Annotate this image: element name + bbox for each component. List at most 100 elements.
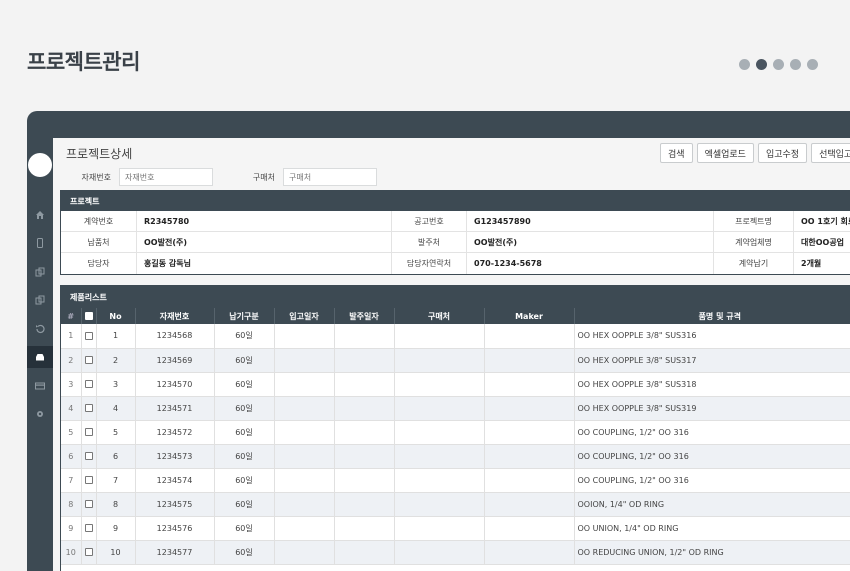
home-icon[interactable] [27, 204, 53, 226]
row-no: 10 [96, 540, 136, 565]
info-label: 공고번호 [391, 211, 466, 231]
table-row[interactable]: 9 9 1234576 60일 OO UNION, 1/4" OD RING [61, 516, 850, 541]
table-row[interactable]: 3 3 1234570 60일 OO HEX OOPPLE 3/8" SUS318 [61, 372, 850, 397]
table-row[interactable]: 8 8 1234575 60일 OOION, 1/4" OD RING [61, 492, 850, 517]
column-header-material-no[interactable]: 자재번호 [135, 308, 215, 324]
gear-icon[interactable] [27, 403, 53, 425]
row-no: 5 [96, 420, 136, 445]
carousel-dot[interactable] [773, 59, 784, 70]
info-row: 담당자 홍길동 감독님 담당자연락처 070-1234-5678 계약납기 2개… [61, 253, 850, 274]
column-header-select[interactable] [81, 308, 97, 324]
carousel-dot[interactable] [739, 59, 750, 70]
history-icon[interactable] [27, 318, 53, 340]
row-index: 1 [61, 324, 82, 349]
excel-upload-button[interactable]: 엑셀업로드 [696, 143, 754, 163]
info-row: 계약번호 R2345780 공고번호 G123457890 프로젝트명 OO 1… [61, 211, 850, 232]
row-spec: OO HEX OOPPLE 3/8" SUS317 [574, 348, 850, 373]
row-checkbox[interactable] [84, 404, 93, 412]
row-index: 4 [61, 396, 82, 421]
row-checkbox[interactable] [84, 428, 93, 436]
row-order-date [334, 540, 395, 565]
product-table: # No 자재번호 납기구분 입고일자 발주일자 구매처 Maker 품명 및 … [61, 308, 850, 565]
info-value: 홍길동 감독님 [136, 253, 391, 274]
row-index: 8 [61, 492, 82, 517]
row-spec: OO COUPLING, 1/2" OO 316 [574, 444, 850, 469]
row-maker [484, 420, 575, 445]
row-order-date [334, 420, 395, 445]
row-order-date [334, 372, 395, 397]
row-select[interactable] [81, 468, 97, 493]
row-select[interactable] [81, 540, 97, 565]
copy-alt-icon[interactable] [27, 289, 53, 311]
row-checkbox[interactable] [84, 356, 93, 364]
row-select[interactable] [81, 420, 97, 445]
row-no: 4 [96, 396, 136, 421]
row-select[interactable] [81, 372, 97, 397]
select-all-checkbox[interactable] [84, 312, 93, 320]
column-header-order-date[interactable]: 발주일자 [334, 308, 395, 324]
edit-receipt-button[interactable]: 입고수정 [757, 143, 808, 163]
row-select[interactable] [81, 516, 97, 541]
row-buyer [394, 348, 485, 373]
search-button[interactable]: 검색 [660, 143, 693, 163]
column-header-no[interactable]: No [96, 308, 136, 324]
row-maker [484, 324, 575, 349]
row-material-no: 1234569 [135, 348, 215, 373]
row-no: 1 [96, 324, 136, 349]
row-lead-time: 60일 [214, 324, 275, 349]
carousel-dot-active[interactable] [756, 59, 767, 70]
row-buyer [394, 396, 485, 421]
row-spec: OO REDUCING UNION, 1/2" OD RING [574, 540, 850, 565]
table-row[interactable]: 2 2 1234569 60일 OO HEX OOPPLE 3/8" SUS317 [61, 348, 850, 373]
row-lead-time: 60일 [214, 468, 275, 493]
table-row[interactable]: 10 10 1234577 60일 OO REDUCING UNION, 1/2" OD… [61, 540, 850, 565]
row-checkbox[interactable] [84, 452, 93, 460]
table-row[interactable]: 6 6 1234573 60일 OO COUPLING, 1/2" OO 316 [61, 444, 850, 469]
table-row[interactable]: 7 7 1234574 60일 OO COUPLING, 1/2" OO 316 [61, 468, 850, 493]
inbox-icon[interactable] [27, 346, 53, 368]
carousel-dot[interactable] [790, 59, 801, 70]
column-header-spec[interactable]: 품명 및 규격 [574, 308, 850, 324]
row-maker [484, 540, 575, 565]
copy-icon[interactable] [27, 261, 53, 283]
material-no-input[interactable] [119, 168, 213, 186]
column-header-buyer[interactable]: 구매처 [394, 308, 485, 324]
row-checkbox[interactable] [84, 331, 93, 340]
app-window: 프로젝트상세 검색 엑셀업로드 입고수정 선택입고 입 자재번호 구매처 프로젝… [27, 111, 850, 571]
phone-icon[interactable] [27, 232, 53, 254]
row-buyer [394, 516, 485, 541]
table-header-row: # No 자재번호 납기구분 입고일자 발주일자 구매처 Maker 품명 및 … [61, 308, 850, 324]
row-select[interactable] [81, 492, 97, 517]
info-value: 대한OO공업 [793, 232, 844, 252]
row-index: 9 [61, 516, 82, 541]
row-checkbox[interactable] [84, 548, 93, 556]
row-order-date [334, 444, 395, 469]
page-title: 프로젝트관리 [27, 50, 140, 74]
select-receipt-button[interactable]: 선택입고 [811, 143, 850, 163]
row-material-no: 1234576 [135, 516, 215, 541]
row-received-date [274, 444, 335, 469]
table-row[interactable]: 4 4 1234571 60일 OO HEX OOPPLE 3/8" SUS319 [61, 396, 850, 421]
row-checkbox[interactable] [84, 380, 93, 388]
row-checkbox[interactable] [84, 524, 93, 532]
carousel-dot[interactable] [807, 59, 818, 70]
row-lead-time: 60일 [214, 492, 275, 517]
table-row[interactable]: 5 5 1234572 60일 OO COUPLING, 1/2" OO 316 [61, 420, 850, 445]
row-spec: OO COUPLING, 1/2" OO 316 [574, 468, 850, 493]
row-select[interactable] [81, 444, 97, 469]
table-row[interactable]: 1 1 1234568 60일 OO HEX OOPPLE 3/8" SUS316 [61, 324, 850, 349]
row-select[interactable] [81, 324, 97, 349]
avatar[interactable] [28, 153, 52, 177]
column-header-lead-time[interactable]: 납기구분 [214, 308, 275, 324]
info-value: OO발전(주) [466, 232, 713, 252]
row-select[interactable] [81, 348, 97, 373]
column-header-received-date[interactable]: 입고일자 [274, 308, 335, 324]
column-header-maker[interactable]: Maker [484, 308, 575, 324]
row-checkbox[interactable] [84, 476, 93, 484]
buyer-input[interactable] [283, 168, 377, 186]
row-select[interactable] [81, 396, 97, 421]
row-checkbox[interactable] [84, 500, 93, 508]
card-icon[interactable] [27, 375, 53, 397]
row-maker [484, 516, 575, 541]
row-lead-time: 60일 [214, 396, 275, 421]
